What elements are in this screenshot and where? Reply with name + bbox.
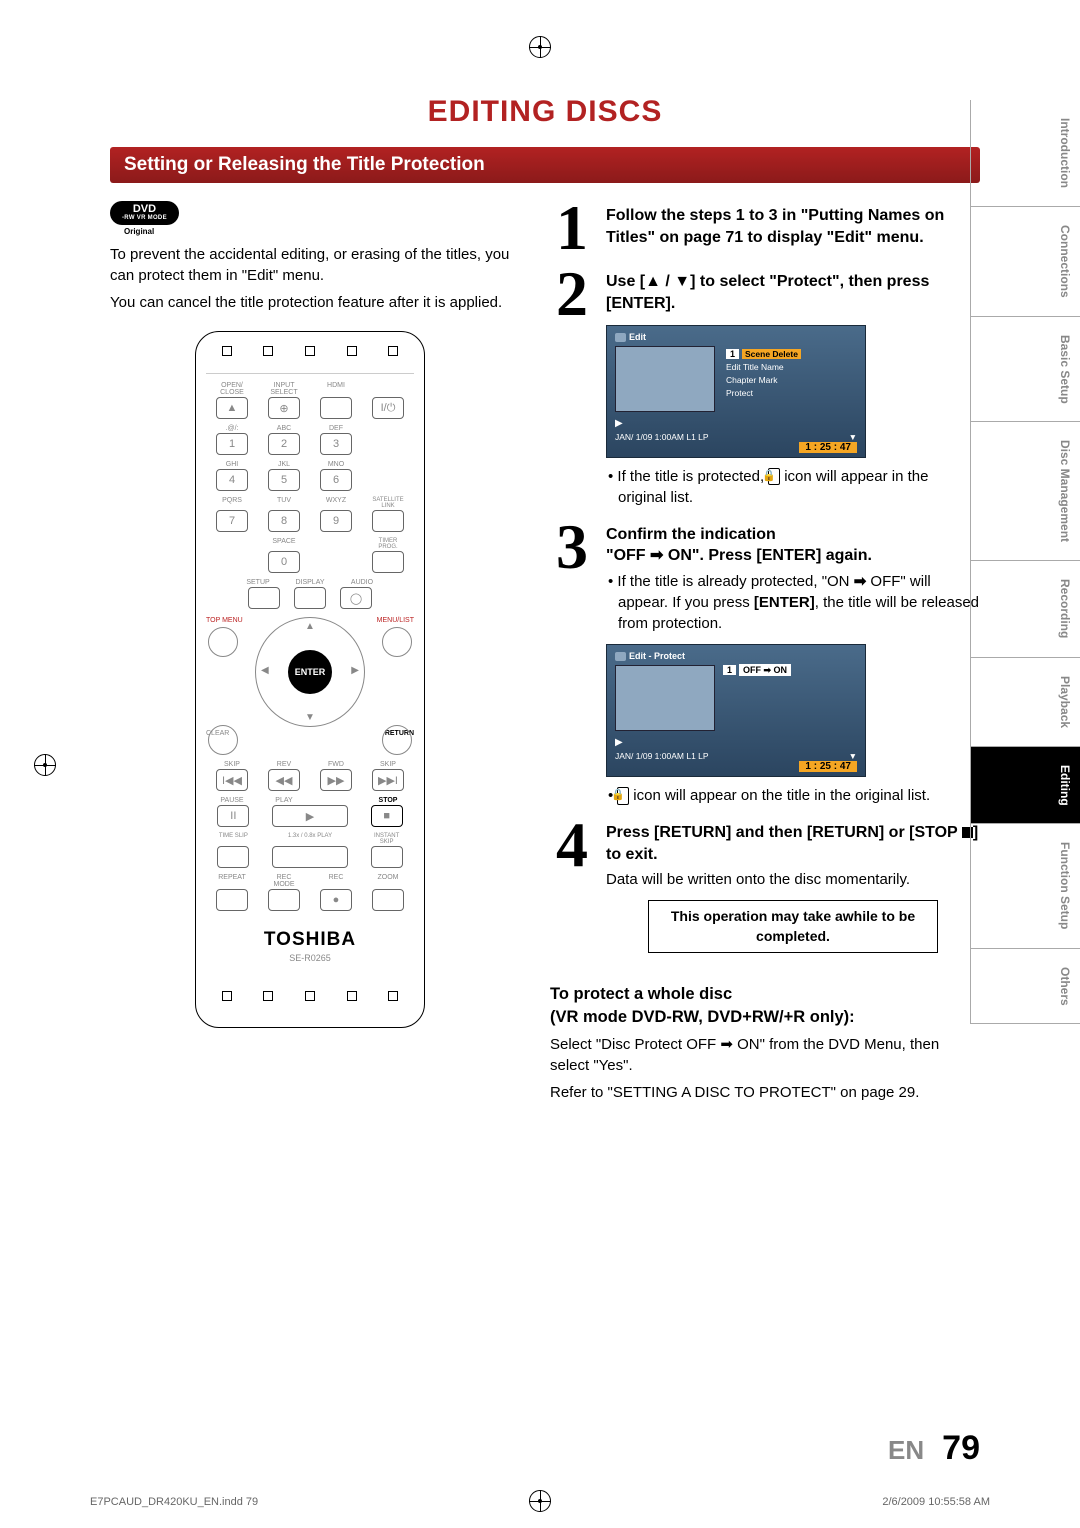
side-tab-nav: Introduction Connections Basic Setup Dis… [970, 100, 1080, 1024]
registration-mark [529, 36, 551, 58]
registration-mark [34, 754, 56, 776]
step3-bullet1: • If the title is already protected, "ON… [606, 571, 980, 634]
tab-introduction: Introduction [970, 100, 1080, 207]
step-2: 2 Use [▲ / ▼] to select "Protect", then … [550, 267, 980, 507]
lock-icon: 🔒 [617, 787, 629, 804]
model-label: SE-R0265 [206, 953, 414, 963]
step-3: 3 Confirm the indication"OFF ➡ ON". Pres… [550, 520, 980, 806]
dvd-mode-badge: DVD-RW VR MODE [110, 201, 510, 227]
osd-edit-menu: Edit 1Scene Delete Edit Title Name Chapt… [606, 325, 866, 458]
original-label: Original [124, 227, 510, 236]
print-meta-footer: E7PCAUD_DR420KU_EN.indd 79 2/6/2009 10:5… [90, 1496, 990, 1508]
step-1: 1 Follow the steps 1 to 3 in "Putting Na… [550, 201, 980, 255]
step4-text: Data will be written onto the disc momen… [606, 869, 980, 890]
step-4: 4 Press [RETURN] and then [RETURN] or [S… [550, 818, 980, 971]
brand-label: TOSHIBA [206, 929, 414, 951]
tab-disc-management: Disc Management [970, 422, 1080, 561]
page-footer: EN 79 [110, 1429, 980, 1468]
remote-illustration: OPEN/ CLOSEINPUT SELECTHDMI ▲⊕I/⏻ .@/:AB… [195, 331, 425, 1028]
protect-whole-p1: Select "Disc Protect OFF ➡ ON" from the … [550, 1034, 980, 1076]
protect-whole-p2: Refer to "SETTING A DISC TO PROTECT" on … [550, 1082, 980, 1103]
step2-bullet: • If the title is protected, 🔒 icon will… [606, 466, 980, 508]
intro-text-2: You can cancel the title protection feat… [110, 292, 510, 313]
page-title: EDITING DISCS [110, 95, 980, 129]
section-heading: Setting or Releasing the Title Protectio… [110, 147, 980, 183]
tab-others: Others [970, 949, 1080, 1025]
tab-basic-setup: Basic Setup [970, 317, 1080, 423]
tab-editing: Editing [970, 747, 1080, 825]
step3-bullet2: • 🔒 icon will appear on the title in the… [606, 785, 980, 806]
step4-heading: Press [RETURN] and then [RETURN] or [STO… [606, 822, 980, 865]
lock-icon: 🔒 [768, 468, 780, 485]
intro-text: To prevent the accidental editing, or er… [110, 244, 510, 286]
tab-function-setup: Function Setup [970, 824, 1080, 948]
protect-whole-heading: To protect a whole disc(VR mode DVD-RW, … [550, 983, 980, 1028]
tab-recording: Recording [970, 561, 1080, 657]
tab-connections: Connections [970, 207, 1080, 317]
note-box: This operation may take awhile to be com… [648, 900, 938, 953]
tab-playback: Playback [970, 658, 1080, 747]
step3-heading: Confirm the indication"OFF ➡ ON". Press … [606, 524, 980, 567]
osd-protect-menu: Edit - Protect 1OFF ➡ ON ▶ JAN/ 1/09 1:0… [606, 644, 866, 777]
